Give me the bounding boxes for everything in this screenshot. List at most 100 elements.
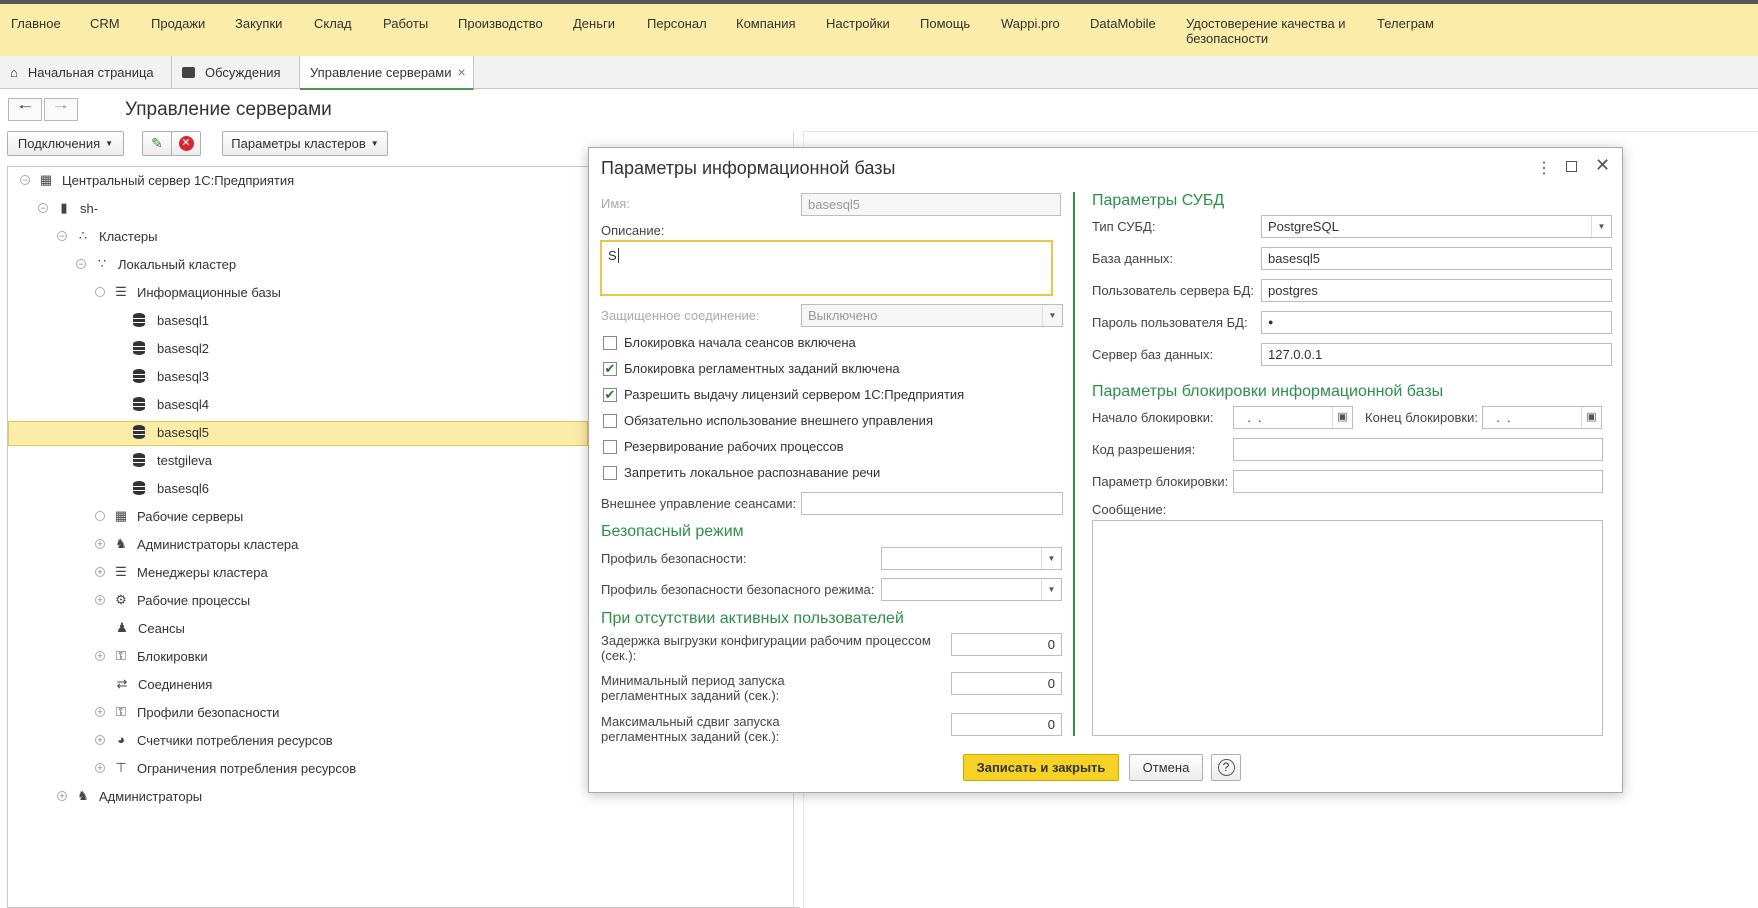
- menu-item-sales[interactable]: Продажи: [151, 16, 205, 31]
- tree-node-local-cluster[interactable]: − ∵ Локальный кластер: [76, 252, 236, 276]
- tree-node-base[interactable]: basesql6: [133, 476, 209, 500]
- perm-code-field[interactable]: [1233, 438, 1603, 461]
- expand-icon[interactable]: +: [57, 791, 67, 801]
- lock-start-field[interactable]: . . ▣: [1233, 406, 1353, 429]
- delay-field[interactable]: 0: [951, 633, 1062, 656]
- name-field: basesql5: [801, 193, 1061, 216]
- description-field[interactable]: S: [600, 240, 1053, 296]
- tree-node-resource-limits[interactable]: + ⊤ Ограничения потребления ресурсов: [95, 756, 356, 780]
- tab-home[interactable]: ⌂ Начальная страница: [0, 56, 172, 89]
- message-field[interactable]: [1092, 520, 1603, 736]
- menu-item-telegram[interactable]: Телеграм: [1377, 16, 1434, 31]
- tree-node-base[interactable]: basesql2: [133, 336, 209, 360]
- calendar-icon[interactable]: ▣: [1581, 407, 1601, 428]
- tree-node-locks[interactable]: + ⚿ Блокировки: [95, 644, 208, 668]
- menu-item-money[interactable]: Деньги: [573, 16, 615, 31]
- tree-node-server[interactable]: − ▮ sh-: [38, 196, 98, 220]
- checkbox-session-lock[interactable]: [603, 336, 617, 350]
- expand-icon[interactable]: +: [95, 735, 105, 745]
- tab-server-management[interactable]: Управление серверами ×: [300, 56, 474, 90]
- expand-icon[interactable]: +: [95, 763, 105, 773]
- db-user-field[interactable]: postgres: [1261, 279, 1612, 302]
- expand-icon[interactable]: +: [95, 567, 105, 577]
- expand-icon[interactable]: +: [95, 539, 105, 549]
- menu-item-help[interactable]: Помощь: [920, 16, 970, 31]
- leaf-icon[interactable]: [95, 287, 105, 297]
- db-server-field[interactable]: 127.0.0.1: [1261, 343, 1612, 366]
- menu-item-personnel[interactable]: Персонал: [647, 16, 707, 31]
- tab-discussions[interactable]: Обсуждения: [172, 56, 300, 89]
- tree-node-infobases[interactable]: ☰ Информационные базы: [95, 280, 281, 304]
- checkbox-reserve-processes[interactable]: [603, 440, 617, 454]
- home-icon: ⌂: [10, 65, 18, 80]
- tree-label: Информационные базы: [137, 284, 281, 300]
- tree-node-work-processes[interactable]: + ⚙ Рабочие процессы: [95, 588, 250, 612]
- tree-node-connections[interactable]: ⇄ Соединения: [114, 672, 213, 696]
- tree-node-cluster-managers[interactable]: + ☰ Менеджеры кластера: [95, 560, 268, 584]
- menu-item-datamobile[interactable]: DataMobile: [1090, 16, 1156, 31]
- tree-node-admins[interactable]: + ♞ Администраторы: [57, 784, 202, 808]
- calendar-icon[interactable]: ▣: [1332, 407, 1352, 428]
- help-button[interactable]: ?: [1211, 754, 1241, 781]
- checkbox-speech[interactable]: [603, 466, 617, 480]
- tree-node-cluster-admins[interactable]: + ♞ Администраторы кластера: [95, 532, 298, 556]
- tree-node-security-profiles[interactable]: + ⚿ Профили безопасности: [95, 700, 279, 724]
- menu-item-purchases[interactable]: Закупки: [235, 16, 282, 31]
- connections-button[interactable]: Подключения ▼: [7, 131, 124, 156]
- safe-profile-select[interactable]: ▼: [881, 578, 1062, 601]
- expand-icon[interactable]: +: [95, 707, 105, 717]
- max-shift-field[interactable]: 0: [951, 713, 1062, 736]
- delete-button[interactable]: ✕: [171, 131, 201, 156]
- menu-item-crm[interactable]: CRM: [90, 16, 120, 31]
- tree-node-base-selected[interactable]: basesql5: [133, 420, 209, 444]
- tree-node-base[interactable]: basesql3: [133, 364, 209, 388]
- menu-item-main[interactable]: Главное: [11, 16, 61, 31]
- tree-node-central-server[interactable]: − ▦ Центральный сервер 1С:Предприятия: [20, 168, 294, 192]
- menu-item-works[interactable]: Работы: [383, 16, 428, 31]
- menu-item-quality[interactable]: Удостоверение качества и безопасности: [1186, 16, 1366, 46]
- save-and-close-button[interactable]: Записать и закрыть: [963, 754, 1119, 781]
- dbms-type-select[interactable]: PostgreSQL ▼: [1261, 215, 1612, 238]
- back-button[interactable]: 🠐: [8, 98, 42, 121]
- tree-node-sessions[interactable]: ♟ Сеансы: [114, 616, 185, 640]
- collapse-icon[interactable]: −: [76, 259, 86, 269]
- menu-item-warehouse[interactable]: Склад: [314, 16, 352, 31]
- leaf-icon[interactable]: [95, 511, 105, 521]
- collapse-icon[interactable]: −: [20, 175, 30, 185]
- expand-icon[interactable]: +: [95, 651, 105, 661]
- secure-connection-value: Выключено: [808, 308, 878, 323]
- tree-node-work-servers[interactable]: ▦ Рабочие серверы: [95, 504, 243, 528]
- collapse-icon[interactable]: −: [38, 203, 48, 213]
- tree-node-base[interactable]: basesql4: [133, 392, 209, 416]
- maximize-icon[interactable]: [1566, 161, 1577, 172]
- checkbox-licenses[interactable]: ✔: [603, 388, 617, 402]
- collapse-icon[interactable]: −: [57, 231, 67, 241]
- tree-node-resource-counters[interactable]: + ◕ Счетчики потребления ресурсов: [95, 728, 333, 752]
- lock-param-field[interactable]: [1233, 470, 1603, 493]
- menu-item-production[interactable]: Производство: [458, 16, 543, 31]
- expand-icon[interactable]: +: [95, 595, 105, 605]
- menu-item-wappi[interactable]: Wappi.pro: [1001, 16, 1060, 31]
- cluster-params-button[interactable]: Параметры кластеров ▼: [222, 131, 388, 156]
- menu-item-settings[interactable]: Настройки: [826, 16, 890, 31]
- db-field[interactable]: basesql5: [1261, 247, 1612, 270]
- infobase-params-dialog: Параметры информационной базы ⋮ ✕ Имя: b…: [588, 147, 1623, 793]
- close-icon[interactable]: ✕: [1595, 155, 1610, 176]
- min-period-field[interactable]: 0: [951, 672, 1062, 695]
- db-pass-field[interactable]: ●: [1261, 311, 1612, 334]
- cancel-button[interactable]: Отмена: [1129, 754, 1203, 781]
- tree-node-base[interactable]: testgileva: [133, 448, 212, 472]
- checkbox-scheduled-jobs-lock[interactable]: ✔: [603, 362, 617, 376]
- close-icon[interactable]: ×: [458, 64, 466, 80]
- checkbox-external-mgmt[interactable]: [603, 414, 617, 428]
- tree-node-clusters[interactable]: − ∴ Кластеры: [57, 224, 158, 248]
- more-icon[interactable]: ⋮: [1536, 158, 1552, 178]
- forward-button[interactable]: 🠒: [44, 98, 78, 121]
- menu-item-company[interactable]: Компания: [736, 16, 796, 31]
- lock-end-field[interactable]: . . ▣: [1482, 406, 1602, 429]
- ext-mgmt-field[interactable]: [801, 492, 1063, 515]
- sec-profile-select[interactable]: ▼: [881, 547, 1062, 570]
- edit-button[interactable]: ✎: [142, 131, 172, 156]
- tree-node-base[interactable]: basesql1: [133, 308, 209, 332]
- tree-label: basesql1: [157, 312, 210, 328]
